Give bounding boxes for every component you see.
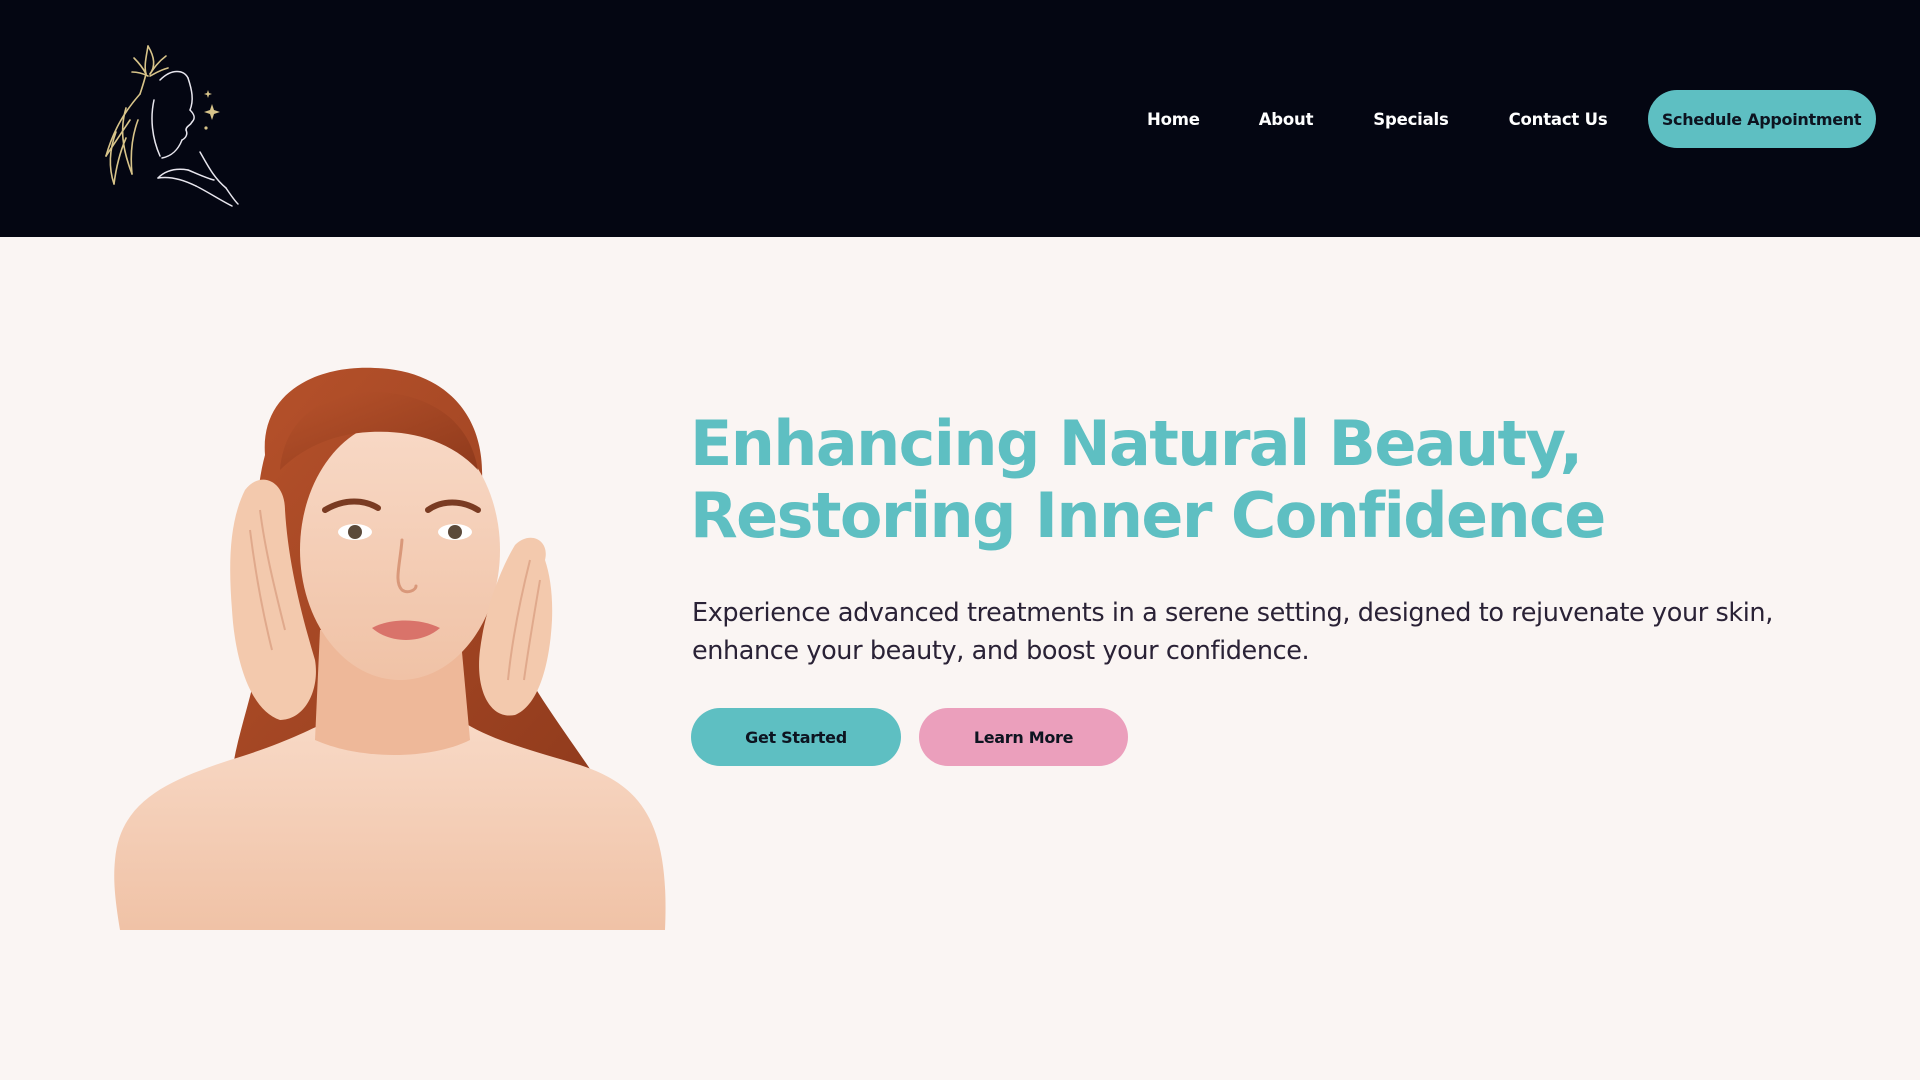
learn-more-button[interactable]: Learn More: [919, 708, 1128, 766]
schedule-appointment-button[interactable]: Schedule Appointment: [1647, 90, 1876, 148]
nav-home-link[interactable]: Home: [1147, 110, 1200, 129]
hero-headline-line-2: Restoring Inner Confidence: [690, 479, 1606, 552]
nav-contact-link[interactable]: Contact Us: [1509, 110, 1608, 129]
brand-logo-icon[interactable]: [96, 28, 246, 214]
site-header: Home About Specials Contact Us Schedule …: [0, 0, 1920, 237]
nav-specials-link[interactable]: Specials: [1373, 110, 1449, 129]
nav-about-link[interactable]: About: [1259, 110, 1314, 129]
hero-description: Experience advanced treatments in a sere…: [692, 598, 1773, 666]
hero-headline: Enhancing Natural Beauty, Restoring Inne…: [690, 408, 1840, 552]
woman-portrait-image: [110, 360, 675, 930]
hero-headline-line-1: Enhancing Natural Beauty,: [690, 407, 1583, 480]
main-nav: Home About Specials Contact Us Schedule …: [1120, 90, 1876, 148]
get-started-button[interactable]: Get Started: [691, 708, 901, 766]
